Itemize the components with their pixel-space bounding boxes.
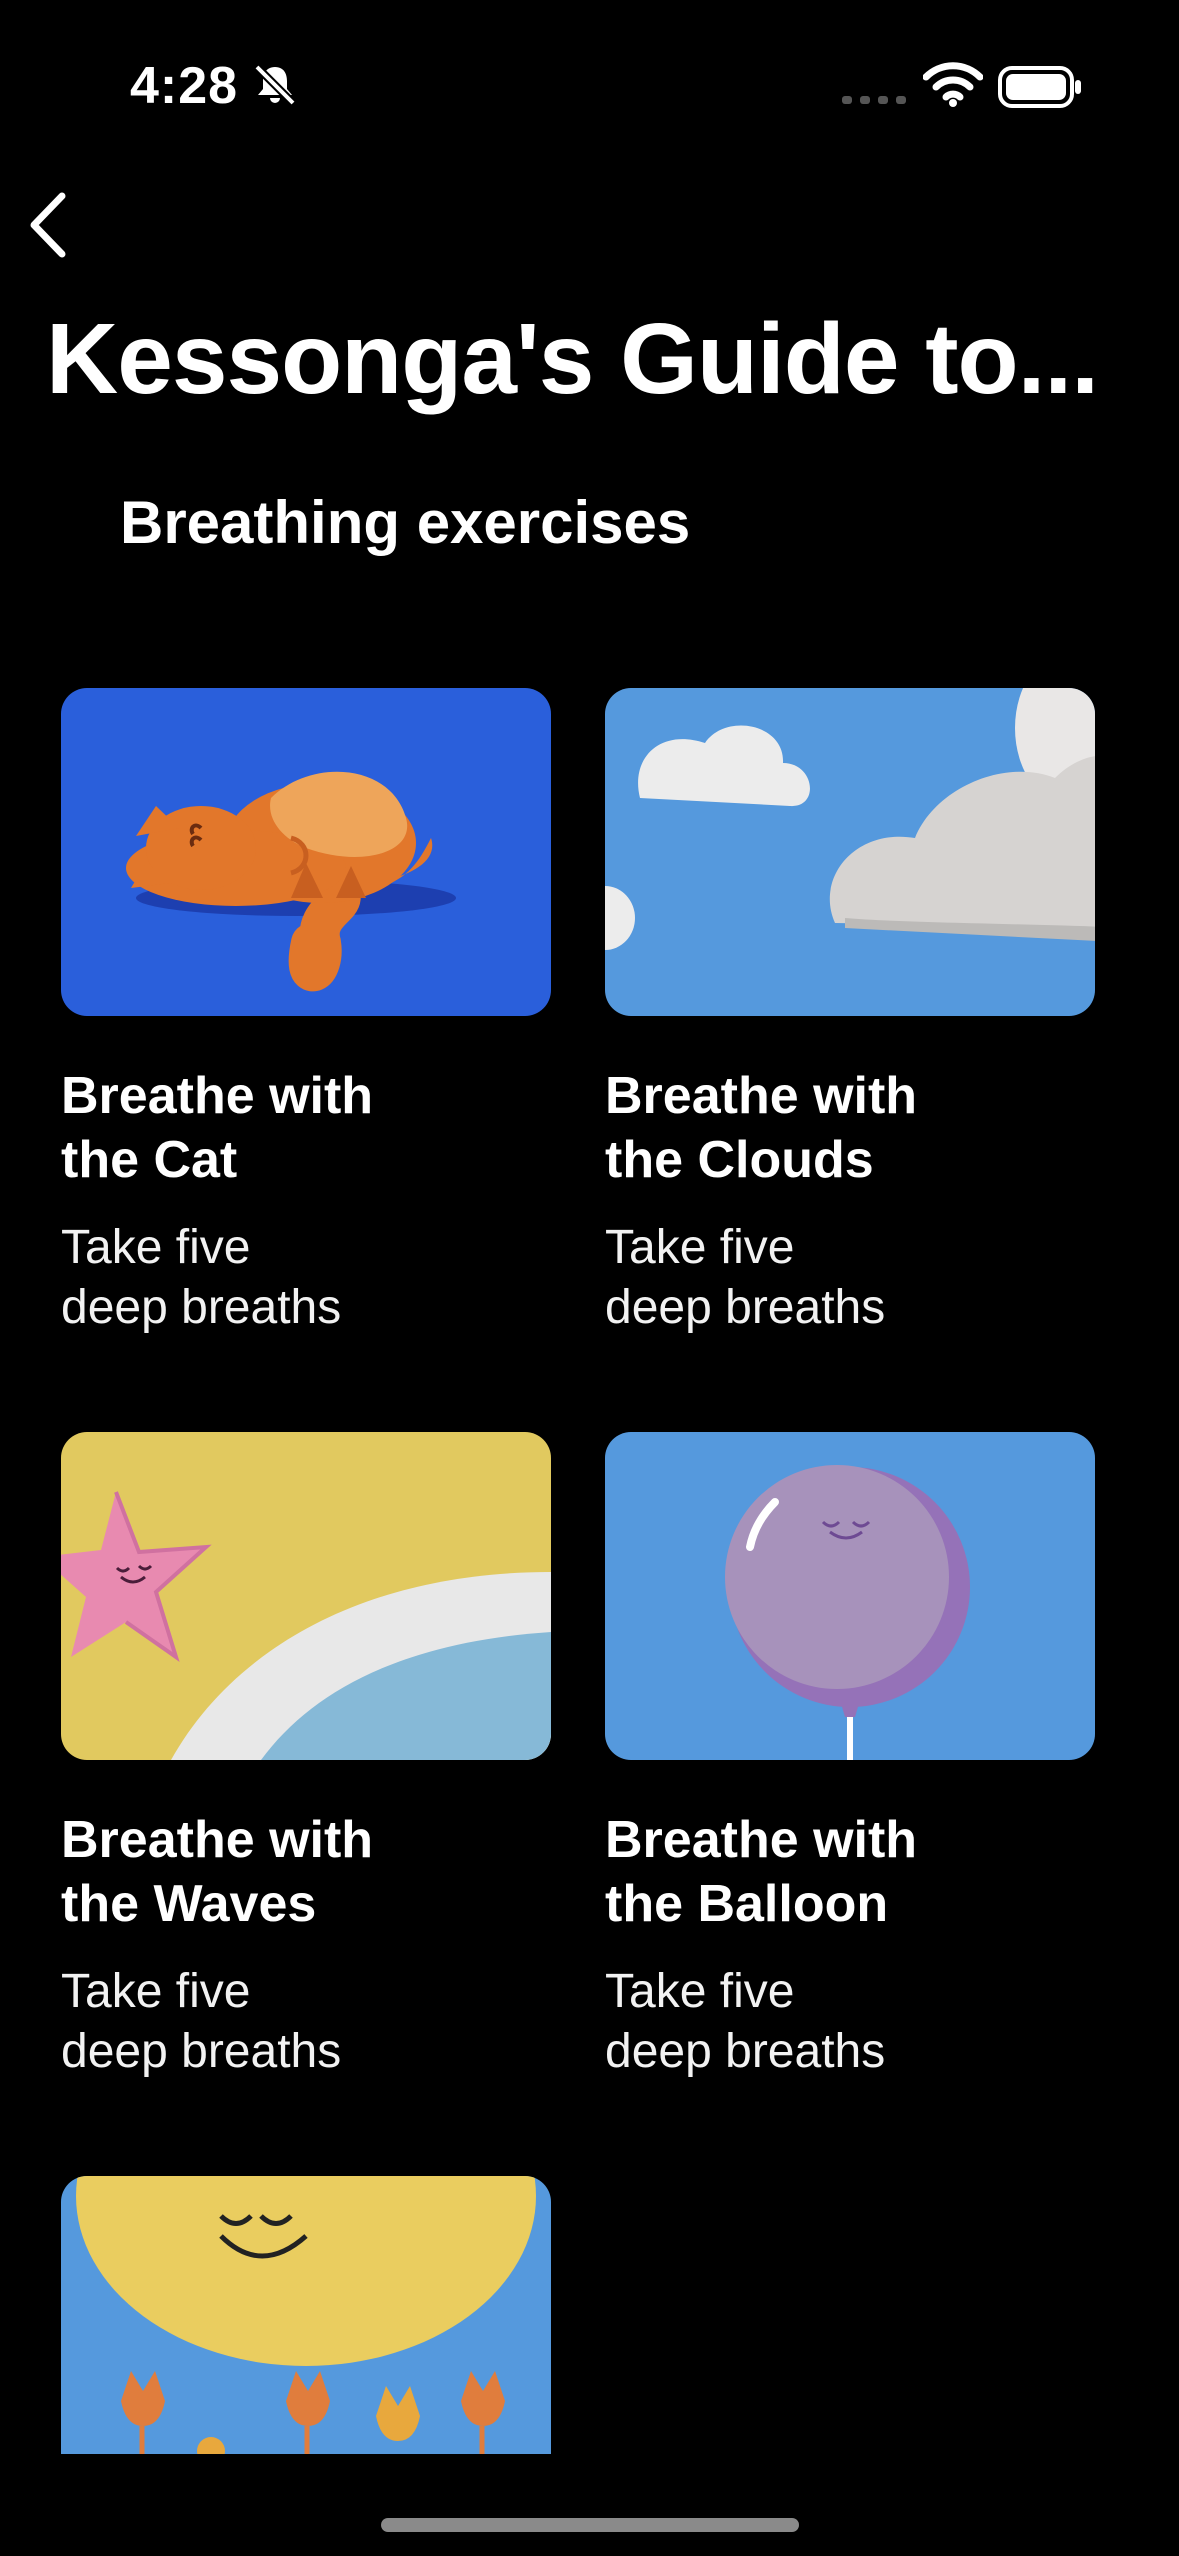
card-title: Breathe with the Waves (61, 1811, 374, 1933)
card-breathe-sun[interactable] (61, 2176, 551, 2454)
card-breathe-cat[interactable]: Breathe with the Cat Take five deep brea… (61, 688, 551, 1338)
back-chevron-icon[interactable] (24, 190, 74, 260)
card-subtitle: Take five deep breaths (61, 1221, 342, 1334)
status-time: 4:28 (130, 57, 239, 115)
card-subtitle: Take five deep breaths (605, 1965, 886, 2078)
card-breathe-balloon[interactable]: Breathe with the Balloon Take five deep … (605, 1432, 1095, 2082)
card-subtitle: Take five deep breaths (605, 1221, 886, 1334)
card-title: Breathe with the Cat (61, 1067, 374, 1189)
card-breathe-clouds[interactable]: Breathe with the Clouds Take five deep b… (605, 688, 1095, 1338)
silent-bell-icon (252, 62, 298, 108)
card-title: Breathe with the Balloon (605, 1811, 918, 1933)
sun-illustration (61, 2176, 551, 2454)
cellular-signal-icon (842, 92, 906, 106)
card-subtitle: Take five deep breaths (61, 1965, 342, 2078)
page-title: Kessonga's Guide to... (46, 303, 1099, 415)
battery-icon (998, 66, 1082, 108)
wifi-icon (922, 60, 984, 108)
card-breathe-waves[interactable]: Breathe with the Waves Take five deep br… (61, 1432, 551, 2082)
waves-illustration (61, 1432, 551, 1760)
home-indicator[interactable] (381, 2518, 799, 2532)
section-title: Breathing exercises (120, 489, 691, 556)
balloon-illustration (605, 1432, 1095, 1760)
card-title: Breathe with the Clouds (605, 1067, 918, 1189)
cat-illustration (61, 688, 551, 1016)
clouds-illustration (605, 688, 1095, 1016)
